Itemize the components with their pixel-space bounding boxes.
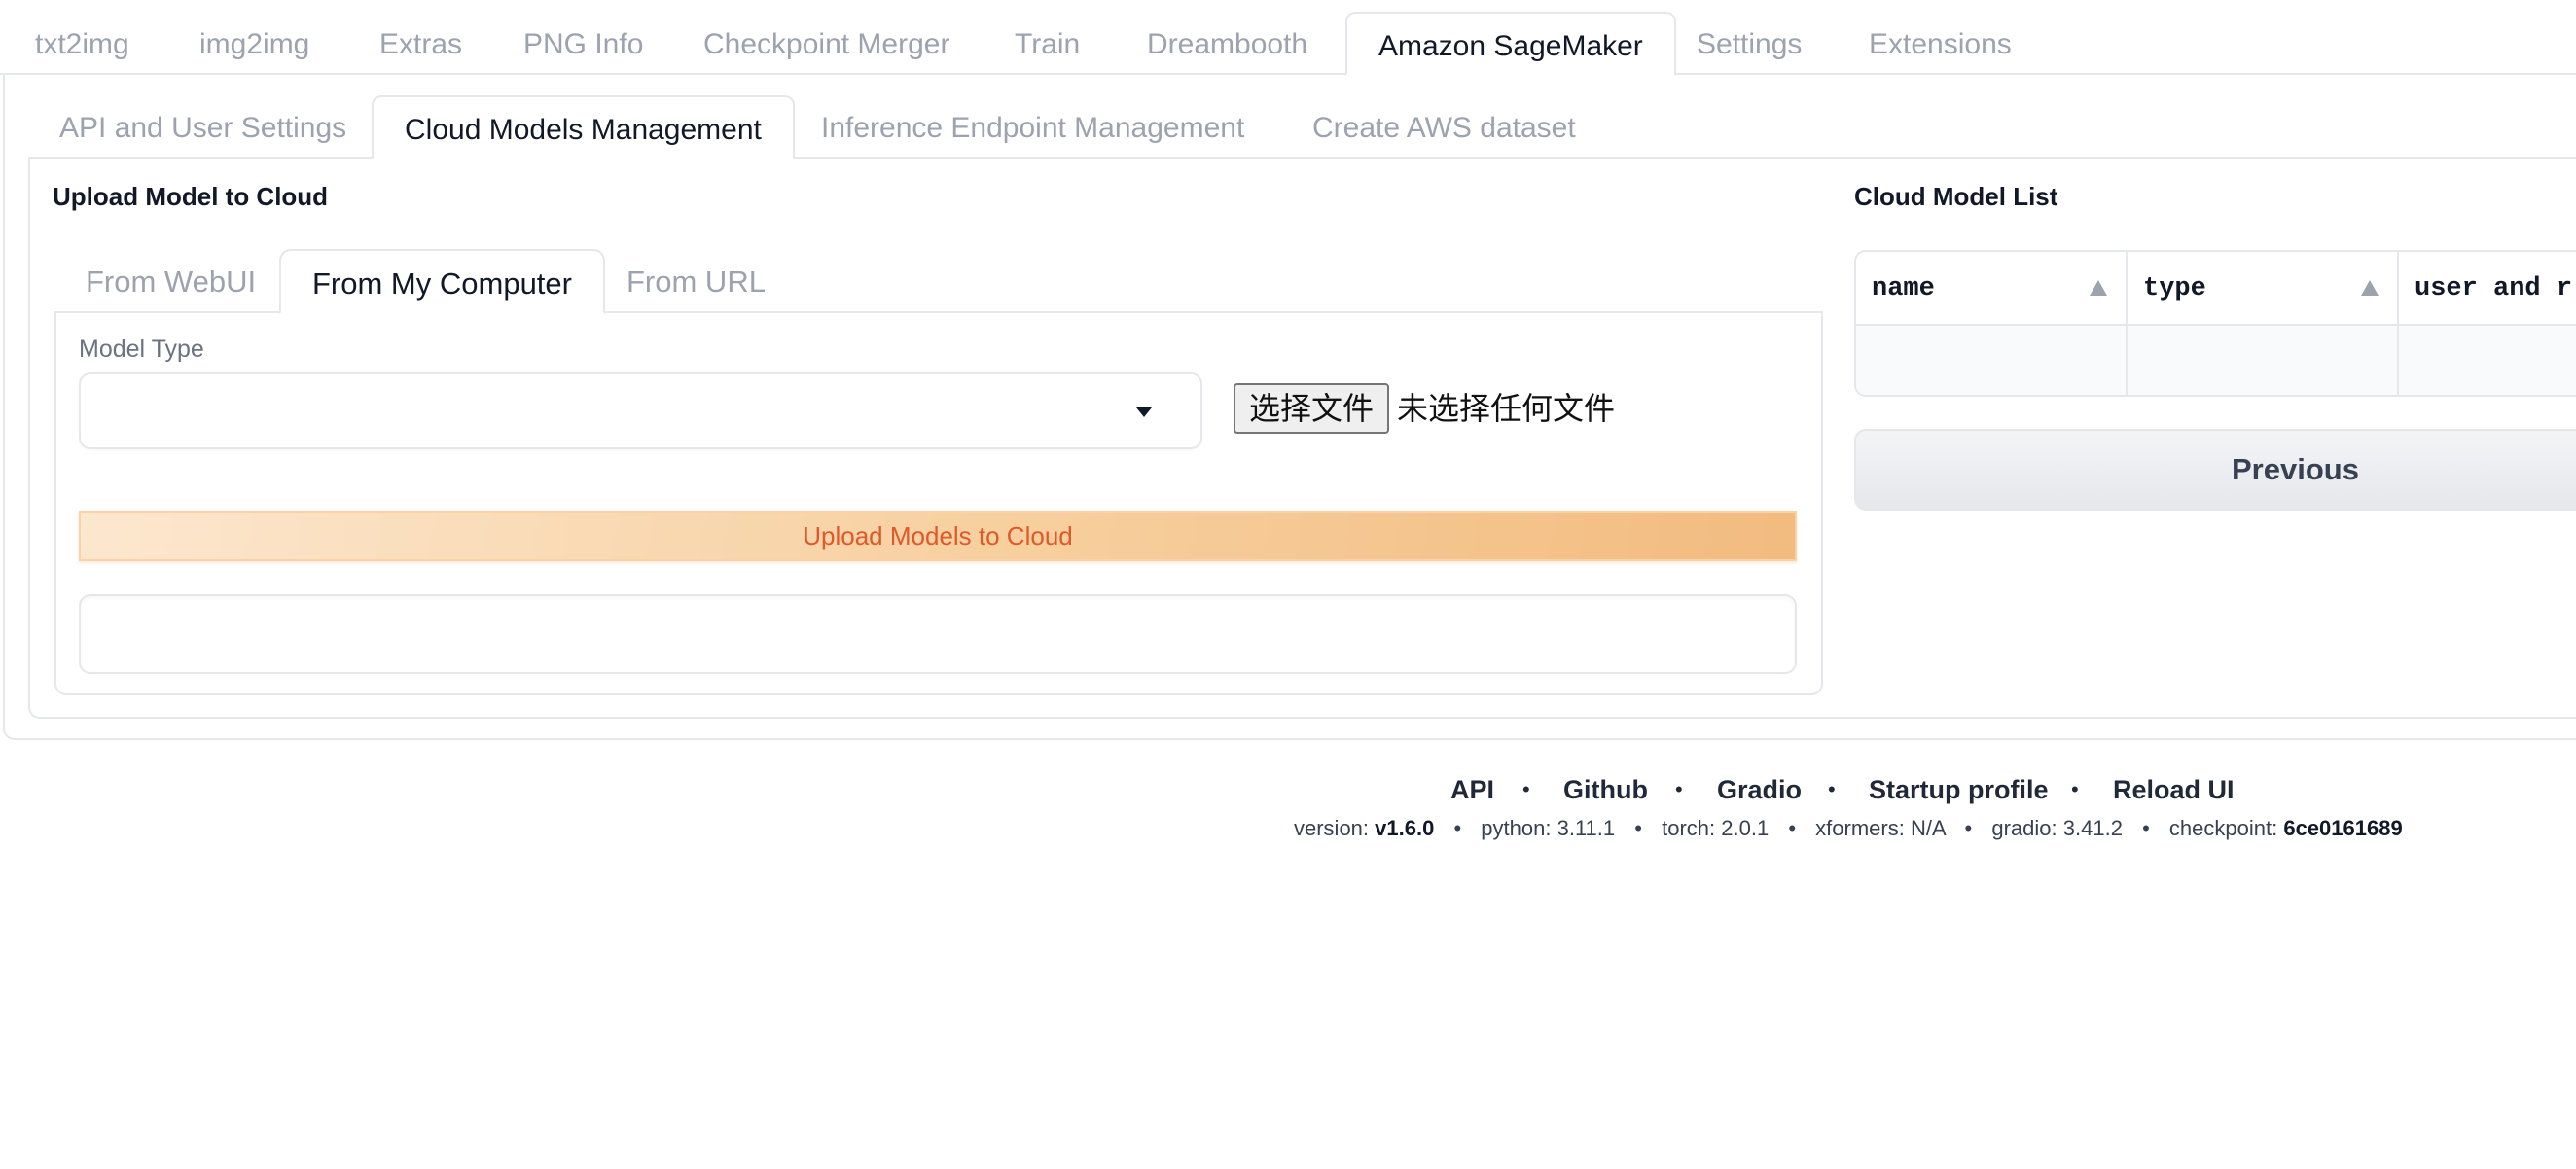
sort-ascending-icon[interactable] <box>2090 280 2107 296</box>
cloud-model-table: name type user and r <box>1854 250 2576 397</box>
column-header-name[interactable]: name <box>1856 252 2128 326</box>
tab-extensions[interactable]: Extensions <box>1869 12 2012 75</box>
sagemaker-sub-tab-bar: API and User Settings Cloud Models Manag… <box>28 95 2576 159</box>
separator-dot: • <box>2142 816 2150 840</box>
python-value: 3.11.1 <box>1556 816 1616 840</box>
python-key: python: <box>1481 816 1552 840</box>
file-status-text: 未选择任何文件 <box>1397 390 1616 427</box>
version-key: version: <box>1294 816 1370 840</box>
caret-down-icon <box>1136 407 1152 417</box>
sort-ascending-icon[interactable] <box>2361 280 2379 296</box>
torch-key: torch: <box>1662 816 1716 840</box>
model-list-title: Cloud Model List <box>1854 182 2058 211</box>
table-row <box>1856 326 2576 395</box>
version-info: version: v1.6.0 • python: 3.11.1 • torch… <box>1294 813 2403 844</box>
tab-from-my-computer[interactable]: From My Computer <box>279 249 605 314</box>
tab-txt2img[interactable]: txt2img <box>35 12 129 75</box>
upload-source-tab-bar: From WebUI From My Computer From URL <box>54 249 1823 314</box>
gradio-value: 3.41.2 <box>2062 816 2123 840</box>
column-divider <box>2397 252 2399 395</box>
footer-link-api[interactable]: API <box>1450 768 1494 811</box>
column-type-label: type <box>2143 274 2206 303</box>
separator-dot: • <box>1634 816 1642 840</box>
column-name-label: name <box>1872 274 1935 303</box>
separator-dot: • <box>1522 777 1530 801</box>
column-header-type[interactable]: type <box>2128 252 2399 326</box>
tab-img2img[interactable]: img2img <box>199 12 309 75</box>
separator-dot: • <box>1453 816 1462 840</box>
separator-dot: • <box>1828 777 1836 801</box>
main-tab-bar: txt2img img2img Extras PNG Info Checkpoi… <box>0 0 2576 76</box>
tab-png-info[interactable]: PNG Info <box>523 12 643 75</box>
separator-dot: • <box>1788 816 1797 840</box>
tab-from-url[interactable]: From URL <box>626 249 766 313</box>
previous-label: Previous <box>2232 452 2359 486</box>
previous-page-button[interactable]: Previous <box>1854 429 2576 511</box>
column-user-label: user and r <box>2415 274 2573 303</box>
tab-settings[interactable]: Settings <box>1697 12 1802 75</box>
upload-section-title: Upload Model to Cloud <box>53 182 329 211</box>
tab-dreambooth[interactable]: Dreambooth <box>1147 12 1307 75</box>
tab-train[interactable]: Train <box>1015 12 1080 75</box>
tab-extras[interactable]: Extras <box>379 12 462 75</box>
xformers-value: N/A <box>1910 816 1946 840</box>
choose-file-button[interactable]: 选择文件 <box>1234 383 1389 434</box>
checkpoint-value: 6ce0161689 <box>2283 816 2403 840</box>
upload-models-button[interactable]: Upload Models to Cloud <box>79 511 1797 561</box>
tab-create-aws-dataset[interactable]: Create AWS dataset <box>1312 95 1576 159</box>
table-header: name type user and r <box>1856 252 2576 326</box>
footer-link-startup-profile[interactable]: Startup profile <box>1869 768 2049 811</box>
separator-dot: • <box>2071 777 2079 801</box>
footer-link-reload-ui[interactable]: Reload UI <box>2113 768 2235 811</box>
model-type-dropdown[interactable] <box>79 372 1202 449</box>
model-type-label: Model Type <box>79 336 204 363</box>
footer-link-github[interactable]: Github <box>1563 768 1648 811</box>
tab-cloud-models-management[interactable]: Cloud Models Management <box>372 95 795 159</box>
column-divider <box>2126 252 2128 395</box>
tab-api-user-settings[interactable]: API and User Settings <box>59 95 346 159</box>
separator-dot: • <box>1964 816 1973 840</box>
footer-links: API • Github • Gradio • Startup profile … <box>0 768 2576 811</box>
tab-from-webui[interactable]: From WebUI <box>86 249 256 313</box>
gradio-key: gradio: <box>1991 816 2057 840</box>
separator-dot: • <box>1675 777 1683 801</box>
xformers-key: xformers: <box>1815 816 1905 840</box>
version-value: v1.6.0 <box>1375 816 1435 840</box>
checkpoint-key: checkpoint: <box>2168 816 2278 840</box>
footer-link-gradio[interactable]: Gradio <box>1717 768 1802 811</box>
upload-output-box <box>79 594 1797 674</box>
tab-inference-endpoint-management[interactable]: Inference Endpoint Management <box>821 95 1244 159</box>
column-header-user-and-role[interactable]: user and r <box>2399 252 2576 326</box>
torch-value: 2.0.1 <box>1721 816 1770 840</box>
tab-checkpoint-merger[interactable]: Checkpoint Merger <box>703 12 949 75</box>
tab-amazon-sagemaker[interactable]: Amazon SageMaker <box>1345 12 1676 76</box>
